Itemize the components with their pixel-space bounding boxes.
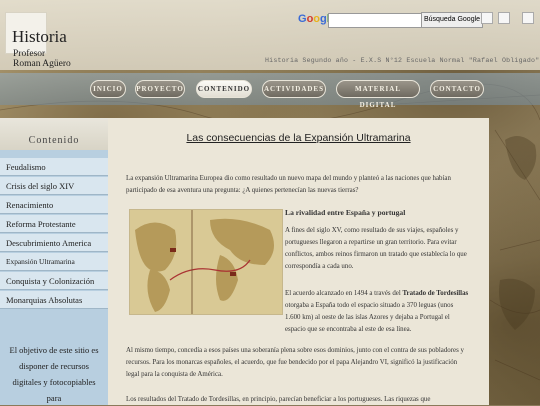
tordesillas-emphasis: Tratado de Tordesillas xyxy=(402,290,469,297)
nav-proyecto[interactable]: PROYECTO xyxy=(135,80,185,98)
nav-actividades[interactable]: ACTIVIDADES xyxy=(262,80,326,98)
site-subtitle-line1: Profesor xyxy=(13,49,46,59)
sidebar-item-reforma[interactable]: Reforma Protestante xyxy=(0,215,108,233)
section-paragraph-4: Los resultados del Tratado de Tordesilla… xyxy=(126,396,431,403)
page-title: Las consecuencias de la Expansión Ultram… xyxy=(186,132,411,144)
site-tagline: Historia Segundo año - E.X.S N°12 Escuel… xyxy=(265,57,540,64)
site-header: Historia Profesor Roman Agüero Google Bú… xyxy=(0,0,540,70)
section-paragraph-2-part-a: El acuerdo alcanzado en 1494 a través de… xyxy=(285,290,403,297)
intro-paragraph: La expansión Ultramarina Europea dio com… xyxy=(126,175,451,194)
image-icon[interactable] xyxy=(498,12,510,24)
sidebar-item-renacimiento[interactable]: Renacimiento xyxy=(0,196,108,214)
site-title[interactable]: Historia xyxy=(12,27,67,47)
section-title: La rivalidad entre España y portugal xyxy=(285,208,406,217)
section-paragraph-3: Al mismo tiempo, concedía a esos países … xyxy=(126,347,464,378)
image-icon[interactable] xyxy=(481,12,493,24)
search-button[interactable]: Búsqueda Google xyxy=(421,12,484,28)
nav-contenido[interactable]: CONTENIDO xyxy=(196,80,252,98)
image-icon[interactable] xyxy=(522,12,534,24)
treaty-map-image xyxy=(129,209,283,315)
sidebar-item-monarquias[interactable]: Monarquias Absolutas xyxy=(0,291,108,309)
site-subtitle-line2: Roman Agüero xyxy=(13,59,71,69)
section-paragraph-1: A fines del siglo XV, como resultado de … xyxy=(285,227,467,270)
sidebar-heading: Contenido xyxy=(0,118,108,150)
world-map-illustration xyxy=(130,210,282,314)
sidebar-item-conquista[interactable]: Conquista y Colonización xyxy=(0,272,108,290)
nav-inicio[interactable]: INICIO xyxy=(90,80,126,98)
sidebar-item-expansion[interactable]: Expansión Ultramarina xyxy=(0,253,108,271)
search-input[interactable] xyxy=(328,13,424,28)
sidebar-item-descubrimiento[interactable]: Descubrimiento America xyxy=(0,234,108,252)
sidebar-item-crisis[interactable]: Crisis del siglo XIV xyxy=(0,177,108,195)
site-subtitle: Profesor Roman Agüero xyxy=(13,49,71,69)
sidebar-item-feudalismo[interactable]: Feudalismo xyxy=(0,158,108,176)
section-paragraph-2-part-c: otorgaba a España todo el espacio situad… xyxy=(285,302,454,333)
nav-contacto[interactable]: CONTACTO xyxy=(430,80,484,98)
section-paragraph-2: El acuerdo alcanzado en 1494 a través de… xyxy=(285,288,470,336)
nav-material-digital[interactable]: MATERIAL DIGITAL xyxy=(336,80,420,109)
sidebar-blurb: El objetivo de este sitio es disponer de… xyxy=(9,345,99,403)
